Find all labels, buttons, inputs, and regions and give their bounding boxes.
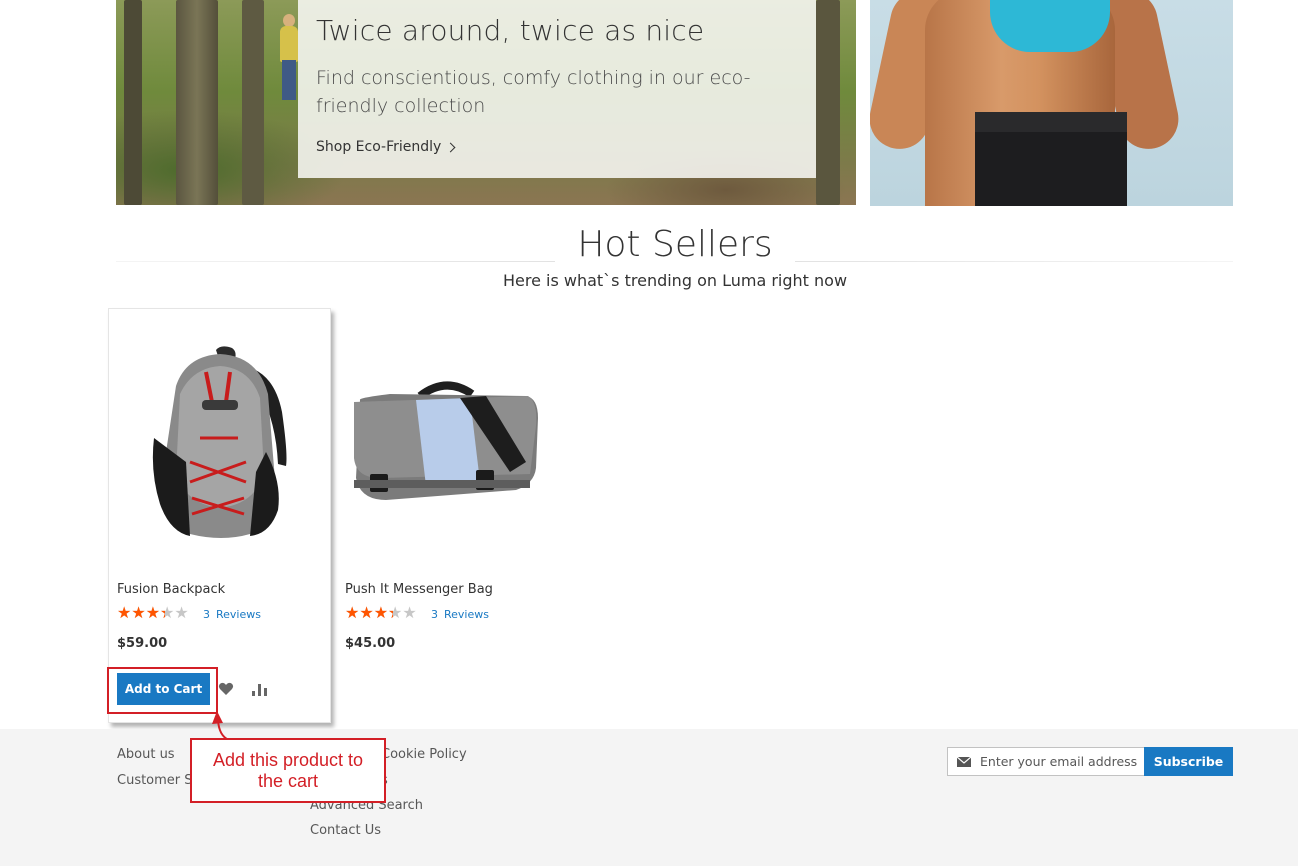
product-price: $45.00 xyxy=(345,636,396,651)
messenger-bag-icon[interactable] xyxy=(350,378,542,510)
promo-description: Find conscientious, comfy clothing in ou… xyxy=(316,67,751,117)
performance-wear-promo-banner[interactable] xyxy=(870,0,1233,206)
rating-stars: ★★★★★ ★★★★★ xyxy=(345,604,423,622)
heart-icon[interactable] xyxy=(218,681,234,697)
tree-trunk xyxy=(242,0,264,205)
tree-trunk xyxy=(816,0,840,205)
promo-text-panel: Twice around, twice as nice Find conscie… xyxy=(298,0,816,178)
annotation-highlight-box xyxy=(107,667,218,714)
star-icon-filled: ★★★★★ xyxy=(117,604,165,622)
newsletter-email-input[interactable] xyxy=(980,754,1140,769)
product-price: $59.00 xyxy=(117,636,168,651)
star-icon-filled: ★★★★★ xyxy=(345,604,393,622)
footer-link-contact-us[interactable]: Contact Us xyxy=(310,823,381,838)
newsletter-field[interactable] xyxy=(947,747,1145,776)
eco-friendly-promo-banner[interactable]: Twice around, twice as nice Find conscie… xyxy=(116,0,856,205)
promo-title: Twice around, twice as nice xyxy=(316,14,705,47)
annotation-callout: Add this product to the cart xyxy=(190,738,386,803)
reviews-link[interactable]: 3 Reviews xyxy=(203,608,261,621)
tree-trunk xyxy=(176,0,218,205)
footer-link-about-us[interactable]: About us xyxy=(117,747,175,762)
product-rating: ★★★★★ ★★★★★ 3Reviews xyxy=(117,604,261,622)
reviews-link[interactable]: 3 Reviews xyxy=(431,608,489,621)
envelope-icon xyxy=(957,756,971,767)
shop-eco-friendly-label: Shop Eco-Friendly xyxy=(316,139,442,155)
model-sports-bra xyxy=(990,0,1110,52)
compare-icon[interactable] xyxy=(251,682,268,697)
product-name[interactable]: Fusion Backpack xyxy=(117,582,225,597)
hiker-figure xyxy=(278,14,300,104)
product-name[interactable]: Push It Messenger Bag xyxy=(345,582,493,597)
section-subtitle: Here is what`s trending on Luma right no… xyxy=(502,271,848,290)
model-shorts-waistband xyxy=(975,112,1127,132)
chevron-right-icon xyxy=(445,142,456,153)
tree-trunk xyxy=(124,0,142,205)
shop-eco-friendly-link[interactable]: Shop Eco-Friendly xyxy=(316,139,456,155)
section-title: Hot Sellers xyxy=(0,224,1298,265)
rating-stars: ★★★★★ ★★★★★ xyxy=(117,604,195,622)
footer-link-customer-service[interactable]: Customer Se xyxy=(117,773,201,788)
product-rating: ★★★★★ ★★★★★ 3Reviews xyxy=(345,604,489,622)
subscribe-button[interactable]: Subscribe xyxy=(1144,747,1233,776)
footer-link-cookie-policy[interactable]: Cookie Policy xyxy=(381,747,467,762)
backpack-icon[interactable] xyxy=(146,342,291,544)
